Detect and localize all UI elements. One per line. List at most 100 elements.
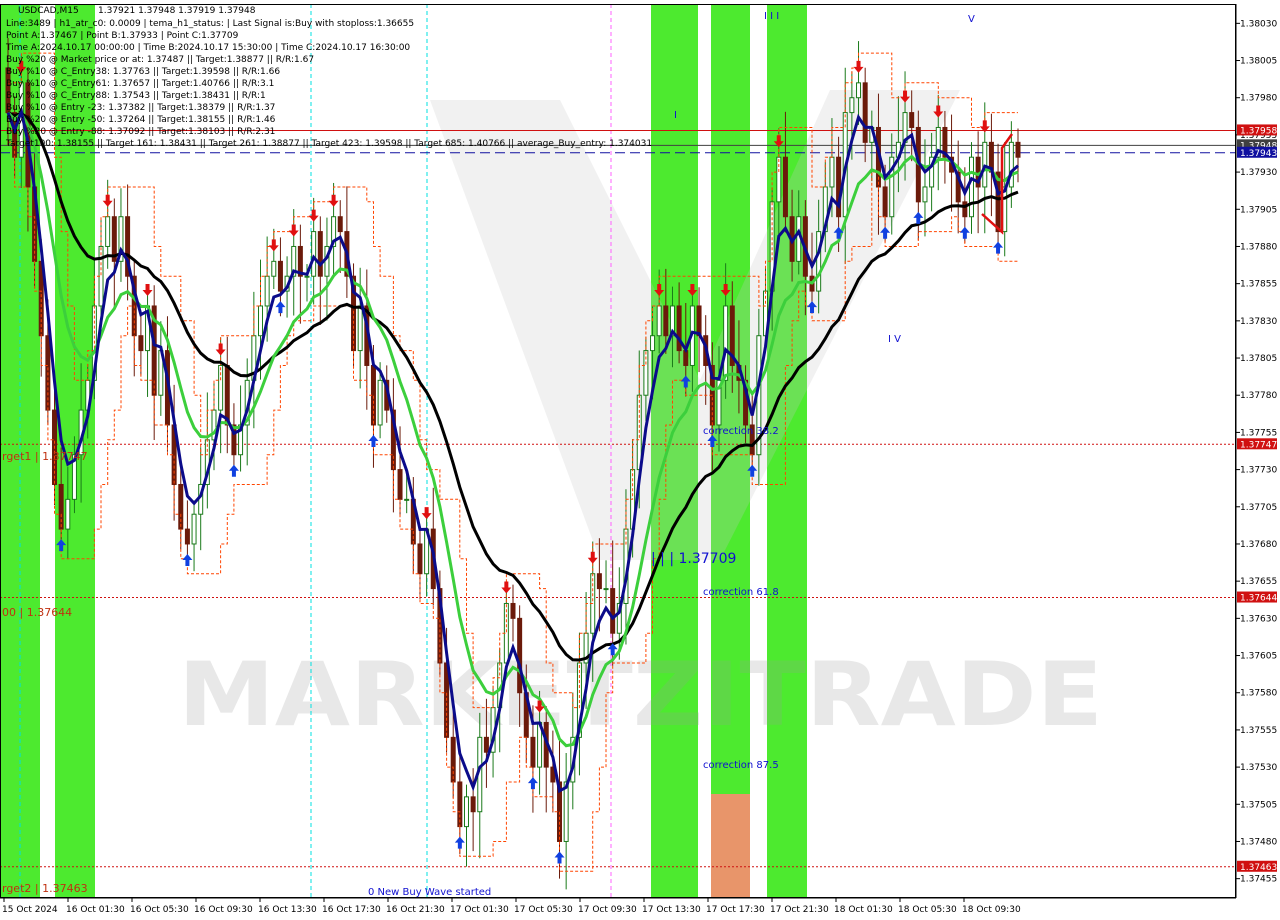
price-tick-label: 1.37755 [1240, 428, 1277, 438]
time-tick-label: 18 Oct 05:30 [898, 905, 957, 915]
info-line: Point A:1.37467 | Point B:1.37933 | Poin… [6, 31, 239, 41]
candle-body [470, 796, 476, 813]
price-tick-label: 1.37780 [1240, 391, 1277, 401]
price-tick-label: 1.37980 [1240, 94, 1277, 104]
correction-61-label: correction 61.8 [703, 587, 779, 598]
price-tick-label: 1.37930 [1240, 168, 1277, 178]
price-tick-label: 1.37880 [1240, 242, 1277, 252]
time-tick-label: 16 Oct 05:30 [130, 905, 189, 915]
level-tag-label: 1.37644 [1240, 594, 1277, 604]
candle-body [58, 483, 64, 530]
candle-body [258, 305, 263, 337]
candle-body [882, 186, 888, 218]
info-line: Buy %10 @ C_Entry88: 1.37543 || Target:1… [6, 91, 266, 101]
price-tick-label: 1.37680 [1240, 540, 1277, 550]
candle-body [610, 588, 616, 634]
price-tick-label: 1.37705 [1240, 503, 1277, 513]
candle-body [829, 156, 835, 188]
info-line: Buy %20 @ Entry -88: 1.37092 || Target:1… [6, 127, 275, 137]
time-tick-label: 16 Oct 21:30 [386, 905, 445, 915]
time-tick-label: 17 Oct 17:30 [706, 905, 765, 915]
price-tick-label: 1.37805 [1240, 354, 1277, 364]
price-tick-label: 1.37630 [1240, 614, 1277, 624]
candle-body [311, 231, 317, 277]
target1-label: rget1 | 1.37747 [2, 450, 88, 463]
time-tick-label: 16 Oct 09:30 [194, 905, 253, 915]
candle-body [862, 82, 868, 143]
candle-body [65, 498, 71, 530]
time-tick-label: 16 Oct 01:30 [66, 905, 125, 915]
candle-body [397, 469, 403, 500]
candle-body [377, 379, 383, 426]
candle-body [264, 275, 270, 307]
candle-body [656, 305, 662, 337]
candle-body [776, 156, 782, 203]
time-tick-label: 18 Oct 01:30 [834, 905, 893, 915]
price-tick-label: 1.37830 [1240, 317, 1277, 327]
candle-body [782, 156, 788, 218]
correction-38-label: correction 38.2 [703, 426, 779, 437]
chart-symbol: USDCAD,M15 [18, 6, 79, 16]
candle-body [909, 112, 915, 128]
time-tick-label: 18 Oct 09:30 [962, 905, 1021, 915]
price-tick-label: 1.37730 [1240, 466, 1277, 476]
info-line: Buy %20 @ Entry -50: 1.37264 || Target:1… [6, 115, 276, 125]
candle-body [277, 260, 283, 292]
info-line: Buy %20 @ Market price or at: 1.37487 ||… [6, 55, 314, 65]
candle-body [816, 231, 822, 292]
wave-mark-i: I [674, 110, 677, 121]
candle-body [596, 573, 602, 590]
candle-body [683, 350, 689, 366]
candle-body [357, 305, 363, 352]
wave-mark-top: I I I [764, 11, 779, 22]
price-tick-label: 1.37555 [1240, 726, 1277, 736]
time-tick-label: 17 Oct 21:30 [770, 905, 829, 915]
price-tick-label: 1.37455 [1240, 875, 1277, 885]
price-tick-label: 1.37505 [1240, 800, 1277, 810]
target2-label: rget2 | 1.37463 [2, 882, 88, 895]
candle-body [317, 231, 323, 277]
price-tick-label: 1.37530 [1240, 763, 1277, 773]
candle-body [178, 483, 184, 530]
candle-body [463, 796, 469, 828]
candle-body [404, 498, 410, 501]
orange-zone [711, 794, 750, 898]
price-tick-label: 1.37905 [1240, 205, 1277, 215]
candle-body [184, 528, 190, 545]
candle-body [696, 305, 702, 337]
price-tick-label: 1.37480 [1240, 837, 1277, 847]
time-tick-label: 16 Oct 13:30 [258, 905, 317, 915]
candle-body [723, 305, 729, 381]
info-line: Buy %10 @ C_Entry61: 1.37657 || Target:1… [6, 79, 274, 89]
time-tick-label: 17 Oct 01:30 [450, 905, 509, 915]
candle-body [271, 260, 277, 277]
info-line: Time A:2024.10.17 00:00:00 | Time B:2024… [5, 43, 410, 53]
candle-body [417, 543, 423, 575]
candle-body [603, 588, 609, 591]
candle-body [517, 617, 523, 694]
level-tag-label: 1.37958 [1240, 126, 1277, 136]
candle-body [483, 736, 489, 753]
chart-ohlc: 1.37921 1.37948 1.37919 1.37948 [98, 6, 256, 16]
candle-body [856, 82, 862, 99]
entry100-label: 00 | 1.37644 [2, 606, 72, 619]
candle-body [563, 781, 569, 842]
wave-mark-v: V [968, 14, 975, 25]
level-tag-label: 1.37747 [1240, 440, 1277, 450]
candle-body [962, 201, 968, 218]
price-tick-label: 1.38030 [1240, 19, 1277, 29]
candle-body [304, 275, 310, 278]
price-axis: 1.380301.380051.379801.379551.379301.379… [1235, 4, 1280, 898]
level-tag-label: 1.37943 [1240, 149, 1277, 159]
candle-body [922, 186, 928, 203]
price-tick-label: 1.37655 [1240, 577, 1277, 587]
info-line: Buy %10 @ Entry -23: 1.37382 || Target:1… [6, 103, 275, 113]
time-tick-label: 16 Oct 17:30 [322, 905, 381, 915]
price-chart: MARKETZITRADE correction 38.2 correction… [0, 0, 1280, 920]
price-tick-label: 1.37580 [1240, 689, 1277, 699]
candle-body [650, 335, 656, 352]
time-tick-label: 17 Oct 13:30 [642, 905, 701, 915]
price-tick-label: 1.38005 [1240, 57, 1277, 67]
wave-mark-iv: I V [888, 334, 901, 345]
candle-body [663, 305, 669, 337]
